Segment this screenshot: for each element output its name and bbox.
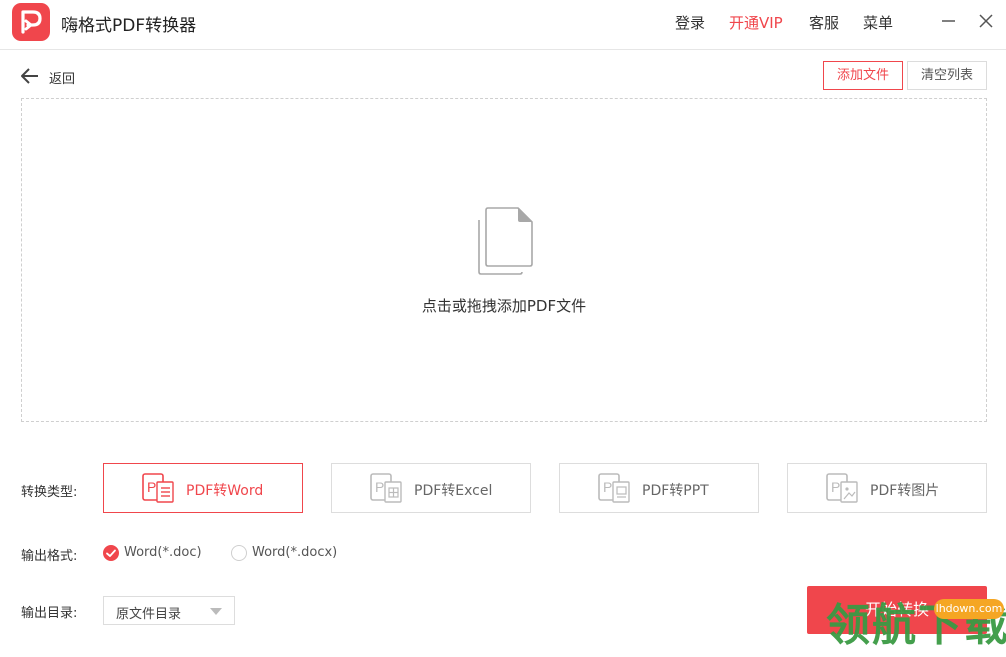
vip-link[interactable]: 开通VIP <box>729 12 783 33</box>
pdf-to-word-option[interactable]: P PDF转Word <box>103 463 303 513</box>
svg-text:P: P <box>375 479 384 495</box>
pdf-to-ppt-icon: P <box>598 473 630 503</box>
format-doc-label: Word(*.doc) <box>124 545 202 560</box>
pdf-to-ppt-option[interactable]: P PDF转PPT <box>559 463 759 513</box>
drop-hint-text: 点击或拖拽添加PDF文件 <box>421 297 587 315</box>
pdf-to-excel-label: PDF转Excel <box>414 483 493 499</box>
pdf-to-image-option[interactable]: P PDF转图片 <box>787 463 987 513</box>
output-format-label: 输出格式: <box>21 549 78 564</box>
app-title: 嗨格式PDF转换器 <box>61 16 197 36</box>
clear-list-button[interactable]: 清空列表 <box>907 61 987 90</box>
output-dir-select[interactable]: 原文件目录 <box>103 596 235 625</box>
convert-type-label: 转换类型: <box>21 485 78 500</box>
pdf-to-image-label: PDF转图片 <box>870 483 940 499</box>
customer-service-link[interactable]: 客服 <box>809 12 839 33</box>
app-logo-icon <box>12 3 50 41</box>
back-arrow-icon <box>21 68 38 84</box>
login-link[interactable]: 登录 <box>675 12 705 33</box>
radio-unchecked-icon <box>231 545 247 561</box>
svg-text:P: P <box>147 479 156 495</box>
file-drop-zone[interactable]: 点击或拖拽添加PDF文件 <box>21 98 987 422</box>
svg-text:P: P <box>603 479 612 495</box>
chevron-down-icon <box>210 608 222 615</box>
back-label: 返回 <box>49 72 76 87</box>
title-bar: 嗨格式PDF转换器 登录 开通VIP 客服 菜单 <box>0 0 1006 50</box>
pdf-to-word-label: PDF转Word <box>186 483 264 499</box>
radio-checked-icon <box>103 545 119 561</box>
pdf-to-ppt-label: PDF转PPT <box>642 483 709 499</box>
output-dir-label: 输出目录: <box>21 606 78 621</box>
pdf-to-image-icon: P <box>826 473 858 503</box>
minimize-icon[interactable] <box>938 10 960 32</box>
output-dir-value: 原文件目录 <box>116 607 182 622</box>
svg-text:P: P <box>831 479 840 495</box>
format-docx-label: Word(*.docx) <box>252 545 338 560</box>
documents-icon <box>478 207 533 275</box>
watermark-site: lhdown.com <box>934 599 1004 619</box>
pdf-to-excel-icon: P <box>370 473 402 503</box>
menu-link[interactable]: 菜单 <box>863 12 893 33</box>
add-file-button[interactable]: 添加文件 <box>823 61 903 90</box>
close-icon[interactable] <box>975 10 997 32</box>
pdf-to-excel-option[interactable]: P PDF转Excel <box>331 463 531 513</box>
pdf-to-word-icon: P <box>142 473 174 503</box>
